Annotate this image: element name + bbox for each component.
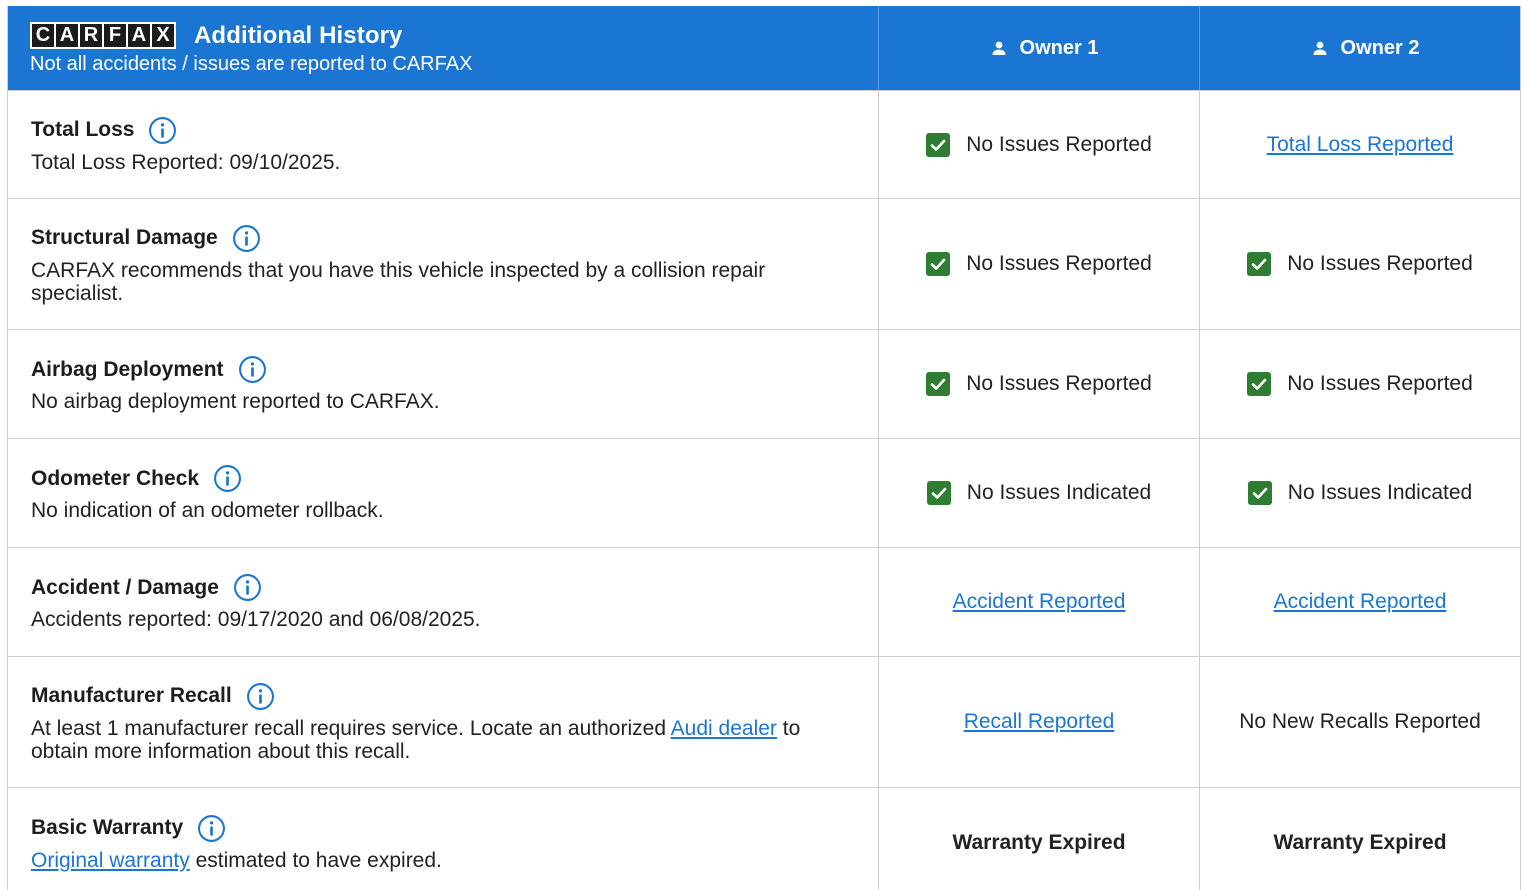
- owner-2-status: Warranty Expired: [1200, 788, 1520, 890]
- additional-history-table: C A R F A X Additional History Not all a…: [7, 6, 1521, 890]
- status-text: No Issues Indicated: [1287, 481, 1473, 504]
- logo-letter: F: [104, 24, 126, 47]
- description-text: estimated to have expired.: [189, 848, 442, 872]
- person-icon: [1311, 39, 1329, 57]
- table-row: Manufacturer Recall At least 1 manufactu…: [8, 656, 1520, 787]
- info-icon[interactable]: [233, 573, 262, 602]
- audi-dealer-link[interactable]: Audi dealer: [671, 717, 777, 740]
- accident-reported-link[interactable]: Accident Reported: [1274, 590, 1447, 614]
- status-text: Warranty Expired: [1273, 830, 1447, 854]
- info-icon[interactable]: [232, 224, 261, 253]
- status-text: No Issues Reported: [1287, 372, 1473, 395]
- owner-1-status: No Issues Reported: [879, 330, 1200, 438]
- accident-reported-link[interactable]: Accident Reported: [953, 590, 1126, 614]
- owner-2-status: No New Recalls Reported: [1200, 657, 1520, 787]
- owner-2-status: No Issues Reported: [1200, 199, 1520, 329]
- table-header: C A R F A X Additional History Not all a…: [8, 6, 1520, 90]
- row-title: Accident / Damage: [31, 575, 219, 599]
- row-label-cell: Accident / Damage Accidents reported: 09…: [8, 548, 879, 656]
- checkbox-checked-icon: [1247, 481, 1272, 505]
- row-label-cell: Total Loss Total Loss Reported: 09/10/20…: [8, 91, 879, 198]
- status-text: No Issues Reported: [966, 252, 1152, 275]
- owner-label: Owner 1: [1019, 36, 1099, 59]
- row-description: CARFAX recommends that you have this veh…: [31, 258, 766, 305]
- table-row: Accident / Damage Accidents reported: 09…: [8, 547, 1520, 656]
- owner-1-status: No Issues Reported: [879, 91, 1200, 198]
- checkbox-checked-icon: [926, 372, 951, 396]
- person-icon: [990, 39, 1008, 57]
- checkbox-checked-icon: [1247, 252, 1272, 276]
- recall-reported-link[interactable]: Recall Reported: [964, 710, 1115, 734]
- checkbox-checked-icon: [926, 132, 951, 157]
- owner-2-status: No Issues Indicated: [1200, 439, 1520, 547]
- owner-1-status: No Issues Reported: [879, 199, 1200, 329]
- owner-2-status: Total Loss Reported: [1200, 91, 1520, 198]
- owner-2-status: Accident Reported: [1200, 548, 1520, 656]
- owner-1-status: Warranty Expired: [879, 788, 1200, 890]
- owner-1-status: Accident Reported: [879, 548, 1200, 656]
- table-row: Odometer Check No indication of an odome…: [8, 438, 1520, 547]
- logo-letter: A: [56, 24, 78, 47]
- row-label-cell: Manufacturer Recall At least 1 manufactu…: [8, 657, 879, 787]
- row-label-cell: Airbag Deployment No airbag deployment r…: [8, 330, 879, 438]
- row-description: Accidents reported: 09/17/2020 and 06/08…: [31, 608, 481, 631]
- row-description: No airbag deployment reported to CARFAX.: [31, 390, 440, 413]
- row-label-cell: Structural Damage CARFAX recommends that…: [8, 199, 879, 329]
- status-text: No New Recalls Reported: [1239, 710, 1481, 733]
- description-text: At least 1 manufacturer recall requires …: [31, 716, 671, 740]
- row-description: Original warranty estimated to have expi…: [31, 849, 878, 872]
- info-icon[interactable]: [197, 814, 226, 843]
- table-row: Airbag Deployment No airbag deployment r…: [8, 329, 1520, 438]
- owner-2-header: Owner 2: [1200, 6, 1520, 90]
- owner-1-status: No Issues Indicated: [879, 439, 1200, 547]
- row-title: Structural Damage: [31, 226, 218, 249]
- page-subtitle: Not all accidents / issues are reported …: [30, 52, 473, 75]
- row-title: Basic Warranty: [31, 816, 184, 839]
- owner-1-header: Owner 1: [879, 6, 1200, 90]
- page-title: Additional History: [194, 21, 403, 49]
- table-row: Basic Warranty Original warranty estimat…: [8, 787, 1520, 890]
- table-row: Total Loss Total Loss Reported: 09/10/20…: [8, 90, 1520, 198]
- owner-2-status: No Issues Reported: [1200, 330, 1520, 438]
- row-label-cell: Odometer Check No indication of an odome…: [8, 439, 879, 547]
- logo-letter: R: [80, 24, 102, 47]
- row-description: No indication of an odometer rollback.: [31, 499, 384, 522]
- original-warranty-link[interactable]: Original warranty: [31, 849, 190, 872]
- owner-label: Owner 2: [1340, 36, 1420, 59]
- status-text: No Issues Reported: [966, 372, 1152, 395]
- row-title: Odometer Check: [31, 466, 200, 490]
- logo-letter: A: [128, 24, 150, 47]
- row-label-cell: Basic Warranty Original warranty estimat…: [8, 788, 879, 890]
- checkbox-checked-icon: [926, 481, 951, 505]
- status-text: Warranty Expired: [952, 830, 1126, 854]
- info-icon[interactable]: [246, 682, 275, 711]
- total-loss-reported-link[interactable]: Total Loss Reported: [1267, 133, 1454, 157]
- row-title: Manufacturer Recall: [31, 684, 232, 707]
- carfax-logo: C A R F A X: [30, 22, 176, 49]
- row-description: Total Loss Reported: 09/10/2025.: [31, 150, 341, 174]
- info-icon[interactable]: [213, 464, 242, 493]
- owner-1-status: Recall Reported: [879, 657, 1200, 787]
- info-icon[interactable]: [148, 116, 177, 145]
- logo-letter: X: [152, 24, 174, 47]
- status-text: No Issues Reported: [966, 132, 1152, 156]
- checkbox-checked-icon: [1247, 372, 1272, 396]
- info-icon[interactable]: [238, 355, 267, 384]
- row-title: Total Loss: [31, 118, 135, 141]
- logo-letter: C: [32, 24, 54, 47]
- row-description: At least 1 manufacturer recall requires …: [31, 717, 878, 763]
- status-text: No Issues Indicated: [966, 481, 1152, 504]
- header-title-cell: C A R F A X Additional History Not all a…: [8, 6, 879, 90]
- status-text: No Issues Reported: [1287, 252, 1473, 275]
- checkbox-checked-icon: [926, 252, 951, 276]
- table-row: Structural Damage CARFAX recommends that…: [8, 198, 1520, 329]
- row-title: Airbag Deployment: [31, 357, 224, 381]
